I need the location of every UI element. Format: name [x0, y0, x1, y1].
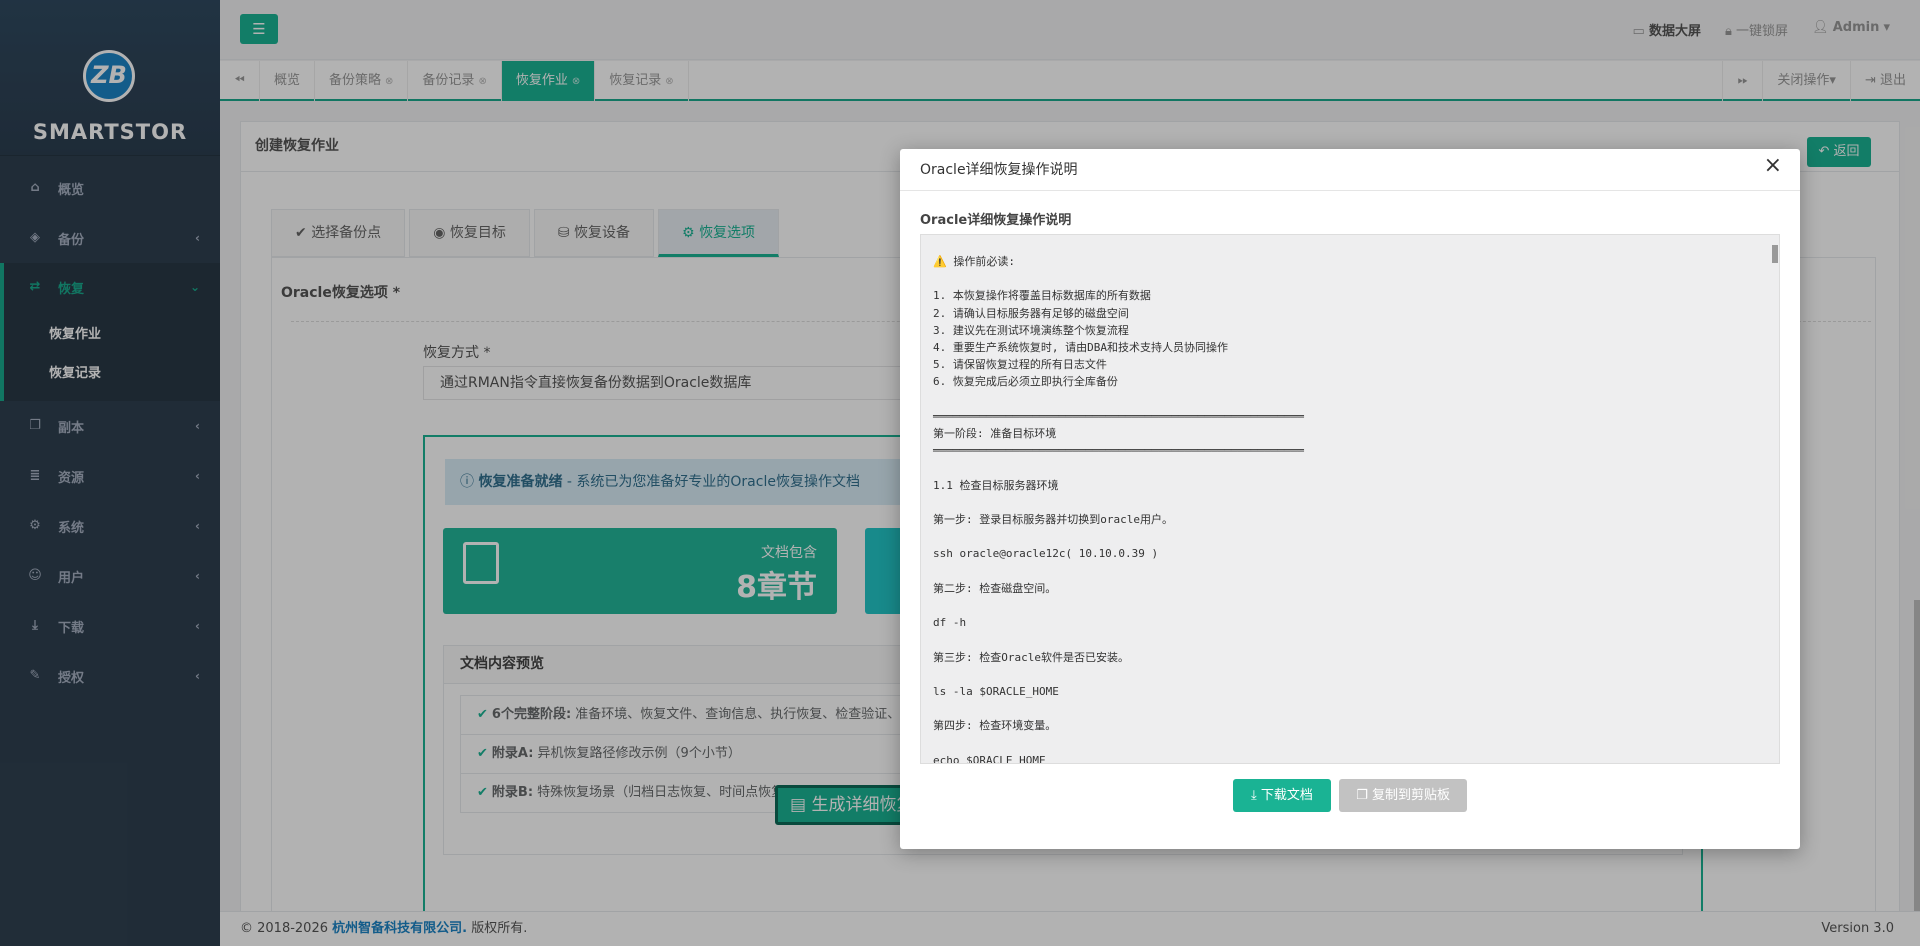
copy-label: 复制到剪贴板 [1371, 788, 1450, 803]
doc-text: ⚠️ 操作前必读: 1. 本恢复操作将覆盖目标数据库的所有数据 2. 请确认目标… [933, 255, 1304, 764]
doc-content-area[interactable]: ⚠️ 操作前必读: 1. 本恢复操作将覆盖目标数据库的所有数据 2. 请确认目标… [920, 234, 1780, 764]
download-icon: ⤓ [1250, 788, 1261, 803]
oracle-restore-modal: Oracle详细恢复操作说明 × Oracle详细恢复操作说明 ⚠️ 操作前必读… [900, 149, 1800, 849]
download-doc-button[interactable]: ⤓ 下载文档 [1232, 779, 1331, 812]
close-icon[interactable]: × [1764, 153, 1782, 178]
copy-clipboard-button[interactable]: ❐ 复制到剪贴板 [1339, 779, 1468, 812]
doc-scrollbar[interactable] [1772, 245, 1778, 263]
download-label: 下载文档 [1260, 788, 1313, 803]
modal-title: Oracle详细恢复操作说明 [900, 149, 1800, 191]
copy-icon: ❐ [1356, 788, 1372, 803]
modal-subtitle: Oracle详细恢复操作说明 [920, 213, 1072, 228]
modal-footer: ⤓ 下载文档 ❐ 复制到剪贴板 [900, 779, 1800, 812]
